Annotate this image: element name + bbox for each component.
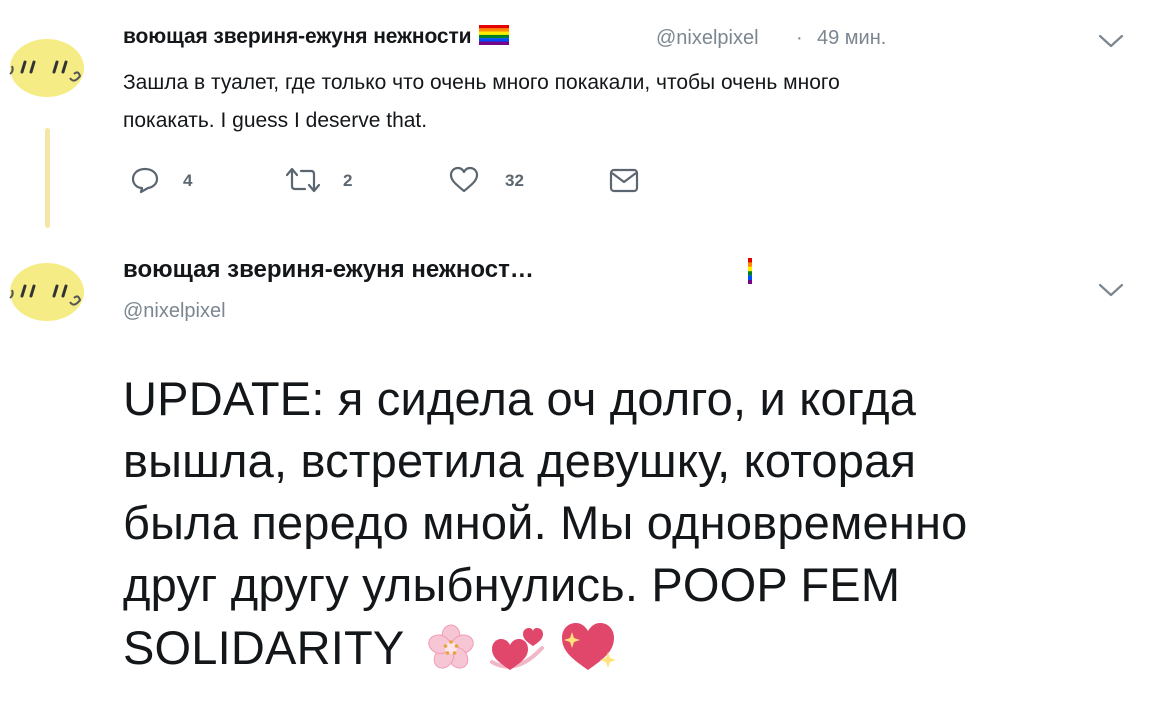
direct-message-envelope-icon[interactable] <box>609 167 639 195</box>
cherry-blossom-icon <box>428 624 475 669</box>
revolving-hearts-icon <box>490 628 545 670</box>
tweet-timestamp[interactable]: 49 мин. <box>817 27 886 50</box>
tweet-author-handle[interactable]: @nixelpixel <box>656 27 759 50</box>
sparkling-heart-icon <box>562 623 617 670</box>
retweet-count[interactable]: 2 <box>343 171 352 191</box>
reply-count[interactable]: 4 <box>183 171 192 191</box>
tweet-text: Зашла в туалет, где только что очень мно… <box>123 71 840 132</box>
retweet-icon[interactable] <box>283 166 323 194</box>
chevron-down-icon[interactable] <box>1098 34 1124 48</box>
like-heart-icon[interactable] <box>449 166 479 194</box>
avatar[interactable] <box>8 258 86 322</box>
rainbow-flag-icon <box>748 258 752 284</box>
reply-icon[interactable] <box>130 166 160 194</box>
avatar[interactable] <box>8 34 86 98</box>
tweet-author-name[interactable]: воющая звериня-ежуня нежности <box>123 25 510 49</box>
chevron-down-icon[interactable] <box>1098 283 1124 297</box>
tweet-text: UPDATE: я сидела оч долго, и когда вышла… <box>123 372 968 674</box>
tweet-author-name[interactable]: воющая звериня-ежуня нежност… <box>123 256 534 284</box>
like-count[interactable]: 32 <box>505 171 524 191</box>
rainbow-flag-icon <box>479 25 510 45</box>
tweet-author-handle[interactable]: @nixelpixel <box>123 300 226 323</box>
meta-separator: · <box>796 27 803 49</box>
tweet-1[interactable]: воющая звериня-ежуня нежности @nixelpixe… <box>0 0 1152 235</box>
thread-connector-line <box>45 128 50 228</box>
